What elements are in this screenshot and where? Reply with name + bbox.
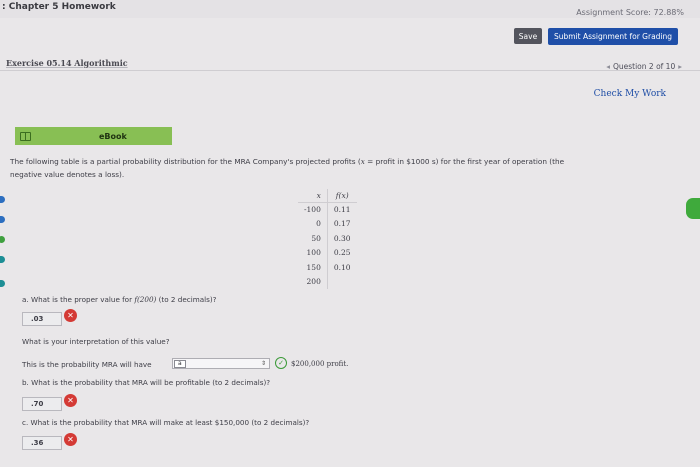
- interpretation-question: What is your interpretation of this valu…: [22, 337, 170, 346]
- table-cell-x: -100: [298, 201, 328, 217]
- table-cell-fx: 0.25: [333, 248, 351, 258]
- probability-table: x f(x) -100 0.11 0 0.17 50 0.30 100 0.25…: [298, 189, 357, 289]
- side-nav-dot[interactable]: [0, 256, 5, 263]
- table-cell-x: 0: [298, 216, 328, 231]
- table-cell-fx: 0.17: [333, 219, 351, 229]
- x-circle-icon: ✕: [64, 309, 77, 322]
- table-row: 100 0.25: [298, 245, 357, 260]
- part-c-answer-input[interactable]: .36: [22, 436, 62, 450]
- ebook-label: eBook: [99, 131, 127, 141]
- part-a-question: a. What is the proper value for f(200) (…: [22, 295, 216, 304]
- table-row: -100 0.11: [298, 201, 357, 217]
- table-cell-fx: 0.10: [333, 262, 351, 272]
- intro-text-line2: negative value denotes a loss).: [10, 170, 125, 179]
- part-b-question: b. What is the probability that MRA will…: [22, 378, 271, 387]
- side-panel-tab[interactable]: [686, 198, 700, 219]
- part-a-question-suffix: (to 2 decimals)?: [156, 295, 217, 304]
- side-nav-dot[interactable]: [0, 196, 5, 203]
- part-a-answer-input[interactable]: .03: [22, 312, 62, 326]
- table-row: 50 0.30: [298, 231, 357, 246]
- exercise-title: Exercise 05.14 Algorithmic: [6, 58, 128, 68]
- interpretation-suffix: $200,000 profit.: [291, 360, 349, 368]
- x-circle-icon: ✕: [64, 433, 77, 446]
- chapter-title: : Chapter 5 Homework: [2, 2, 116, 12]
- table-cell-fx: 0.30: [333, 233, 351, 243]
- assignment-score: Assignment Score: 72.88%: [576, 8, 684, 17]
- table-cell-x: 200: [298, 274, 328, 289]
- part-a-question-prefix: a. What is the proper value for: [22, 295, 135, 304]
- intro-text-cont: = profit in $1000 s) for the first year …: [364, 157, 565, 166]
- ebook-bar[interactable]: eBook: [15, 127, 172, 145]
- part-a-question-func: f(200): [134, 295, 157, 304]
- intro-text: The following table is a partial probabi…: [10, 157, 361, 166]
- table-cell-x: 50: [298, 231, 328, 246]
- table-cell-fx: [327, 275, 356, 290]
- side-nav-dot[interactable]: [0, 216, 5, 223]
- x-circle-icon: ✕: [64, 394, 77, 407]
- table-row: 0 0.17: [298, 216, 357, 231]
- side-nav-dot[interactable]: [0, 236, 5, 243]
- table-header-x: x: [298, 189, 328, 202]
- table-row: 150 0.10: [298, 260, 357, 275]
- interpretation-selected-value: a: [174, 359, 186, 368]
- save-button[interactable]: Save: [514, 28, 542, 44]
- part-c-question: c. What is the probability that MRA will…: [22, 418, 310, 427]
- table-cell-x: 100: [298, 245, 328, 260]
- table-cell-fx: 0.11: [327, 201, 357, 217]
- exercise-divider: [0, 70, 700, 71]
- check-circle-icon: ✓: [275, 357, 287, 369]
- side-nav-dot[interactable]: [0, 280, 5, 287]
- table-header-fx: f(x): [335, 190, 349, 200]
- part-b-answer-input[interactable]: .70: [22, 397, 62, 411]
- interpretation-dropdown[interactable]: a ⇕: [172, 358, 270, 369]
- chevron-updown-icon: ⇕: [260, 360, 266, 367]
- check-my-work-link[interactable]: Check My Work: [594, 89, 666, 99]
- problem-statement: The following table is a partial probabi…: [10, 155, 675, 181]
- table-cell-x: 150: [298, 260, 328, 275]
- submit-assignment-button[interactable]: Submit Assignment for Grading: [548, 28, 678, 45]
- book-icon: [20, 131, 31, 141]
- table-row: 200: [298, 274, 357, 290]
- interpretation-prefix: This is the probability MRA will have: [22, 360, 152, 369]
